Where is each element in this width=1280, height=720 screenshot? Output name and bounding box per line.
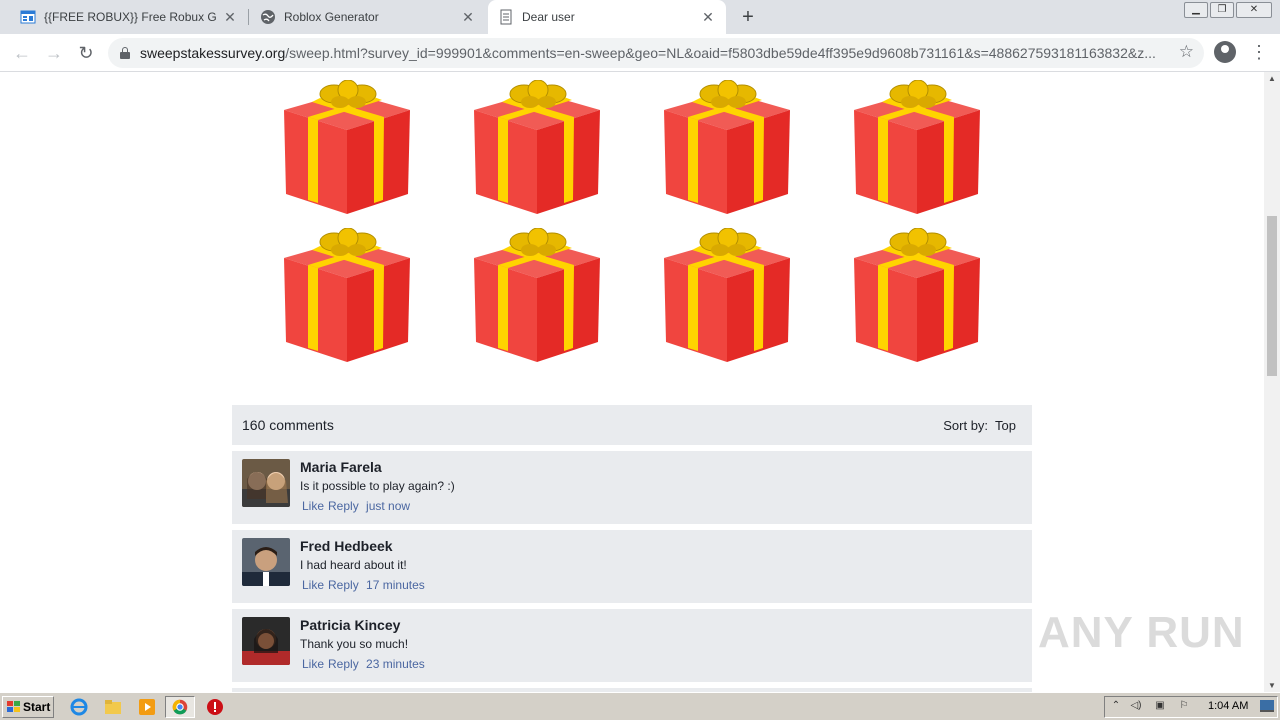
new-tab-button[interactable]: + — [738, 7, 758, 27]
comment-text: Thank you so much! — [300, 637, 409, 651]
chevron-up-icon[interactable]: ⌃ — [1110, 700, 1122, 712]
document-icon — [500, 9, 512, 25]
close-icon[interactable]: ✕ — [460, 9, 476, 25]
menu-dots-icon[interactable]: ⋮ — [1250, 40, 1268, 64]
reply-link[interactable]: Reply — [328, 499, 359, 513]
reply-link[interactable]: Reply — [328, 578, 359, 592]
gift-box-3[interactable] — [662, 80, 792, 214]
scrollbar-thumb[interactable] — [1267, 216, 1277, 376]
start-label: Start — [23, 700, 51, 714]
reload-button[interactable]: ↻ — [74, 41, 98, 65]
like-link[interactable]: Like — [302, 578, 324, 592]
sort-value: Top — [995, 417, 1016, 433]
sort-control[interactable]: Sort by: Top — [943, 418, 1016, 433]
avatar — [242, 538, 290, 586]
gift-box-2[interactable] — [472, 80, 602, 214]
windows-flag-icon — [7, 701, 20, 712]
sort-label: Sort by: — [943, 417, 989, 433]
tab-free-robux[interactable]: {{FREE ROBUX}} Free Robux Generat ✕ — [10, 0, 248, 34]
comments-count: 160 comments — [242, 417, 334, 433]
flag-icon[interactable]: ⚐ — [1178, 700, 1190, 712]
close-icon[interactable]: ✕ — [700, 9, 716, 25]
restore-button[interactable]: ❐ — [1210, 2, 1234, 18]
taskbar: Start ⌃ ◁) ▣ ⚐ 1:04 AM — [0, 692, 1280, 720]
tab-strip: {{FREE ROBUX}} Free Robux Generat ✕ Robl… — [0, 0, 1280, 34]
bookmark-star-icon[interactable]: ☆ — [1179, 42, 1194, 62]
url-domain: sweepstakessurvey.org — [140, 45, 286, 61]
gift-box-5[interactable] — [282, 228, 412, 362]
back-button[interactable]: ← — [10, 41, 34, 65]
tab-title: Roblox Generator — [284, 10, 379, 24]
comment-item: Maria Farela Is it possible to play agai… — [232, 451, 1032, 524]
opera-icon[interactable] — [206, 698, 224, 716]
url-path: /sweep.html?survey_id=999901&comments=en… — [285, 45, 1156, 61]
comment-item: Fred Hedbeek I had heard about it! Like R… — [232, 530, 1032, 603]
avatar — [242, 617, 290, 665]
comment-actions: Like Reply 17 minutes — [302, 578, 429, 592]
chrome-icon[interactable] — [165, 696, 195, 718]
tab-roblox-generator[interactable]: Roblox Generator ✕ — [250, 0, 486, 34]
gift-box-8[interactable] — [852, 228, 982, 362]
clock: 1:04 AM — [1208, 700, 1249, 712]
like-link[interactable]: Like — [302, 499, 324, 513]
comment-time: just now — [366, 499, 411, 513]
minimize-button[interactable]: ▁ — [1184, 2, 1208, 18]
comment-author[interactable]: Maria Farela — [300, 459, 382, 475]
comment-actions: Like Reply 23 minutes — [302, 657, 429, 671]
avatar — [242, 459, 290, 507]
gift-box-6[interactable] — [472, 228, 602, 362]
gift-box-4[interactable] — [852, 80, 982, 214]
comment-actions: Like Reply just now — [302, 499, 414, 513]
media-player-icon[interactable] — [138, 698, 156, 716]
tab-title: Dear user — [522, 10, 575, 24]
internet-explorer-icon[interactable] — [70, 698, 88, 716]
globe-icon — [261, 10, 275, 24]
gift-box-1[interactable] — [282, 80, 412, 214]
url-text: sweepstakessurvey.org/sweep.html?survey_… — [140, 45, 1160, 61]
close-icon[interactable]: ✕ — [222, 9, 238, 25]
scroll-up-icon[interactable]: ▲ — [1268, 74, 1276, 83]
watermark-logo: ANY RUN — [1038, 608, 1245, 657]
comment-text: Is it possible to play again? :) — [300, 479, 455, 493]
lock-icon — [120, 47, 130, 59]
comments-header: 160 comments Sort by: Top — [232, 405, 1032, 445]
comment-author[interactable]: Patricia Kincey — [300, 617, 400, 633]
close-window-button[interactable]: ✕ — [1236, 2, 1272, 18]
page-scrollbar[interactable]: ▲ ▼ — [1264, 72, 1280, 692]
folder-icon[interactable] — [104, 698, 122, 716]
page-content: 160 comments Sort by: Top Maria Farela I… — [0, 72, 1264, 692]
comment-time: 23 minutes — [366, 657, 425, 671]
browser-toolbar: ← → ↻ sweepstakessurvey.org/sweep.html?s… — [0, 34, 1280, 72]
comment-text: I had heard about it! — [300, 558, 407, 572]
address-bar[interactable]: sweepstakessurvey.org/sweep.html?survey_… — [108, 38, 1204, 68]
comments-section: 160 comments Sort by: Top Maria Farela I… — [232, 405, 1032, 692]
profile-avatar-icon[interactable] — [1214, 41, 1236, 63]
network-icon[interactable]: ▣ — [1154, 700, 1166, 712]
scroll-down-icon[interactable]: ▼ — [1268, 681, 1276, 690]
tab-dear-user[interactable]: Dear user ✕ — [488, 0, 726, 34]
forward-button[interactable]: → — [42, 41, 66, 65]
page-icon — [20, 10, 36, 24]
speaker-icon[interactable]: ◁) — [1130, 700, 1142, 712]
tab-title: {{FREE ROBUX}} Free Robux Generat — [44, 10, 216, 24]
like-link[interactable]: Like — [302, 657, 324, 671]
comment-time: 17 minutes — [366, 578, 425, 592]
show-desktop-icon[interactable] — [1260, 700, 1274, 712]
gift-box-7[interactable] — [662, 228, 792, 362]
comment-item: Patricia Kincey Thank you so much! Like R… — [232, 609, 1032, 682]
comment-author[interactable]: Fred Hedbeek — [300, 538, 393, 554]
start-button[interactable]: Start — [2, 696, 54, 718]
reply-link[interactable]: Reply — [328, 657, 359, 671]
